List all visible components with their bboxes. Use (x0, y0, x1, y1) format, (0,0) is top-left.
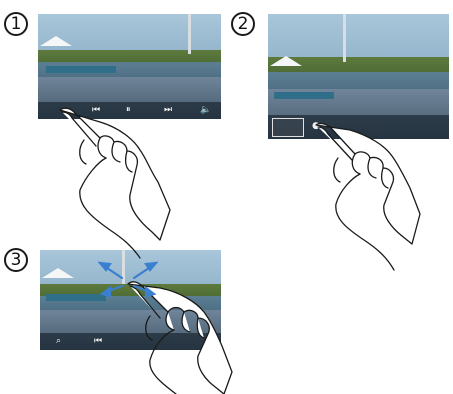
pointing-hand-icon-step-1 (59, 107, 171, 259)
pointing-hand-icon-step-2 (315, 122, 421, 271)
pinch-zoom-arrows-icon (97, 261, 159, 298)
pinch-hand-icon-step-3 (127, 281, 233, 394)
hand-illustrations (59, 107, 421, 394)
